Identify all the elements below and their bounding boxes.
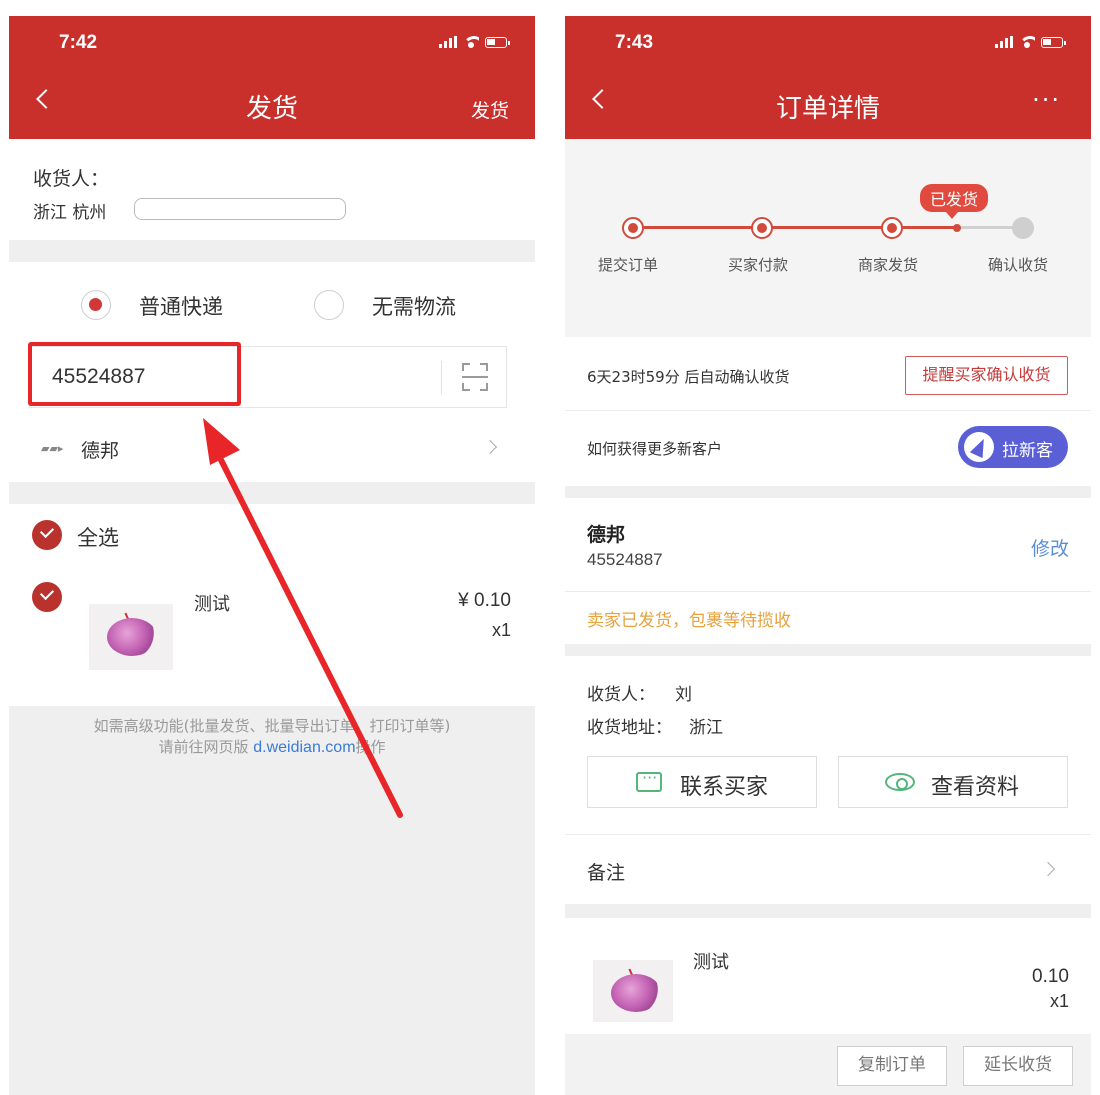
lightning-icon <box>964 432 994 462</box>
section-divider-2 <box>9 482 535 504</box>
row-divider <box>565 410 1091 411</box>
view-profile-button[interactable]: 查看资料 <box>838 756 1068 808</box>
tracking-number: 45524887 <box>587 550 663 569</box>
new-customer-button-label: 拉新客 <box>1002 441 1053 461</box>
footer-note-line2: 请前往网页版 d.weidian.com操作 <box>9 737 535 758</box>
row-divider <box>565 591 1091 592</box>
wifi-icon <box>1019 36 1035 48</box>
weidian-link[interactable]: d.weidian.com <box>253 739 355 756</box>
product-thumbnail <box>89 604 173 670</box>
step-current-dot <box>953 224 961 232</box>
current-status-tag: 已发货 <box>920 184 989 219</box>
chat-icon <box>636 768 662 792</box>
ship-submit-button[interactable]: 发货 <box>471 96 509 123</box>
section-divider-3 <box>565 904 1091 918</box>
status-time: 7:42 <box>59 32 98 53</box>
step-dot-confirm <box>1012 217 1034 239</box>
select-all-label: 全选 <box>77 526 119 550</box>
step-label-pay: 买家付款 <box>728 256 789 274</box>
item-qty: x1 <box>491 620 511 640</box>
wifi-icon <box>463 36 479 48</box>
item-name: 测试 <box>693 952 729 973</box>
contact-buyer-label: 联系买家 <box>680 775 769 800</box>
eye-icon <box>885 773 915 791</box>
footer-note-line1: 如需高级功能(批量发货、批量导出订单、打印订单等) <box>93 717 451 735</box>
progress-line-pending <box>959 226 1019 229</box>
edit-link[interactable]: 修改 <box>1031 534 1069 561</box>
row-divider <box>565 834 1091 835</box>
select-all-checkbox[interactable] <box>32 520 62 550</box>
top-bar: 7:43 订单详情 ··· <box>565 16 1091 139</box>
step-dot-submit <box>622 217 644 239</box>
top-bar: 7:42 发货 发货 <box>9 16 535 139</box>
copy-order-button[interactable]: 复制订单 <box>837 1046 947 1086</box>
progress-line-done <box>633 226 959 229</box>
page-title: 订单详情 <box>775 94 880 124</box>
courier-name[interactable]: 德邦 <box>81 436 119 463</box>
section-divider <box>9 240 535 262</box>
express-radio[interactable] <box>81 290 111 320</box>
address-label: 收货地址： <box>587 718 672 738</box>
step-dot-ship <box>881 217 903 239</box>
extend-receipt-button[interactable]: 延长收货 <box>963 1046 1073 1086</box>
item-price: ¥ 0.10 <box>458 590 511 611</box>
step-label-submit: 提交订单 <box>598 256 659 274</box>
courier-name: 德邦 <box>587 524 626 546</box>
battery-icon <box>485 36 510 48</box>
express-label: 普通快递 <box>139 295 223 319</box>
item-price: 0.10 <box>1032 966 1069 987</box>
recipient-label: 收货人： <box>33 168 110 190</box>
contact-buyer-button[interactable]: 联系买家 <box>587 756 817 808</box>
remind-buyer-button[interactable]: 提醒买家确认收货 <box>905 356 1068 395</box>
battery-icon <box>1041 36 1066 48</box>
progress-section <box>565 139 1091 337</box>
chevron-right-icon[interactable] <box>482 439 498 455</box>
auto-confirm-countdown: 6天23时59分 后自动确认收货 <box>587 368 790 386</box>
no-logistics-label: 无需物流 <box>372 295 456 319</box>
courier-logo-icon: ▰▰▸ <box>41 442 64 455</box>
view-profile-label: 查看资料 <box>931 775 1020 800</box>
left-phone-screen: 7:42 发货 发货 收货人： 浙江 杭州 普通快递 无需物流 45524887… <box>9 16 535 1095</box>
field-separator <box>441 361 442 395</box>
item-qty: x1 <box>1049 991 1069 1011</box>
signal-icon <box>995 36 1013 48</box>
scan-icon[interactable] <box>462 363 488 391</box>
item-name: 测试 <box>194 594 230 615</box>
footer-suffix: 操作 <box>355 738 386 756</box>
recipient-label: 收货人： <box>587 685 655 705</box>
section-divider <box>565 486 1091 498</box>
status-time: 7:43 <box>615 32 654 53</box>
address-value: 浙江 <box>689 718 723 738</box>
no-logistics-radio[interactable] <box>314 290 344 320</box>
tracking-highlight-box <box>28 342 241 406</box>
page-title: 发货 <box>245 94 298 124</box>
new-customer-button[interactable]: 拉新客 <box>958 426 1068 468</box>
chevron-right-icon[interactable] <box>1040 861 1056 877</box>
new-customer-text: 如何获得更多新客户 <box>587 440 723 458</box>
recipient-name: 刘 <box>675 685 692 705</box>
footer-area <box>9 706 535 1095</box>
item-checkbox[interactable] <box>32 582 62 612</box>
step-dot-pay <box>751 217 773 239</box>
shipped-notice: 卖家已发货，包裹等待揽收 <box>587 611 791 631</box>
signal-icon <box>439 36 457 48</box>
section-divider-2 <box>565 644 1091 656</box>
more-icon[interactable]: ··· <box>1032 86 1061 114</box>
step-label-ship: 商家发货 <box>858 256 919 274</box>
status-icons <box>995 36 1066 48</box>
remark-label[interactable]: 备注 <box>587 858 625 885</box>
right-phone-screen: 7:43 订单详情 ··· 已发货 提交订单 买家付款 商家发货 确认收货 6天… <box>565 16 1091 1095</box>
step-label-confirm: 确认收货 <box>988 256 1049 274</box>
redacted-address <box>134 198 346 220</box>
status-icons <box>439 36 510 48</box>
address-text: 浙江 杭州 <box>33 203 107 223</box>
footer-prefix: 请前往网页版 <box>158 738 249 756</box>
product-thumbnail <box>593 960 673 1022</box>
